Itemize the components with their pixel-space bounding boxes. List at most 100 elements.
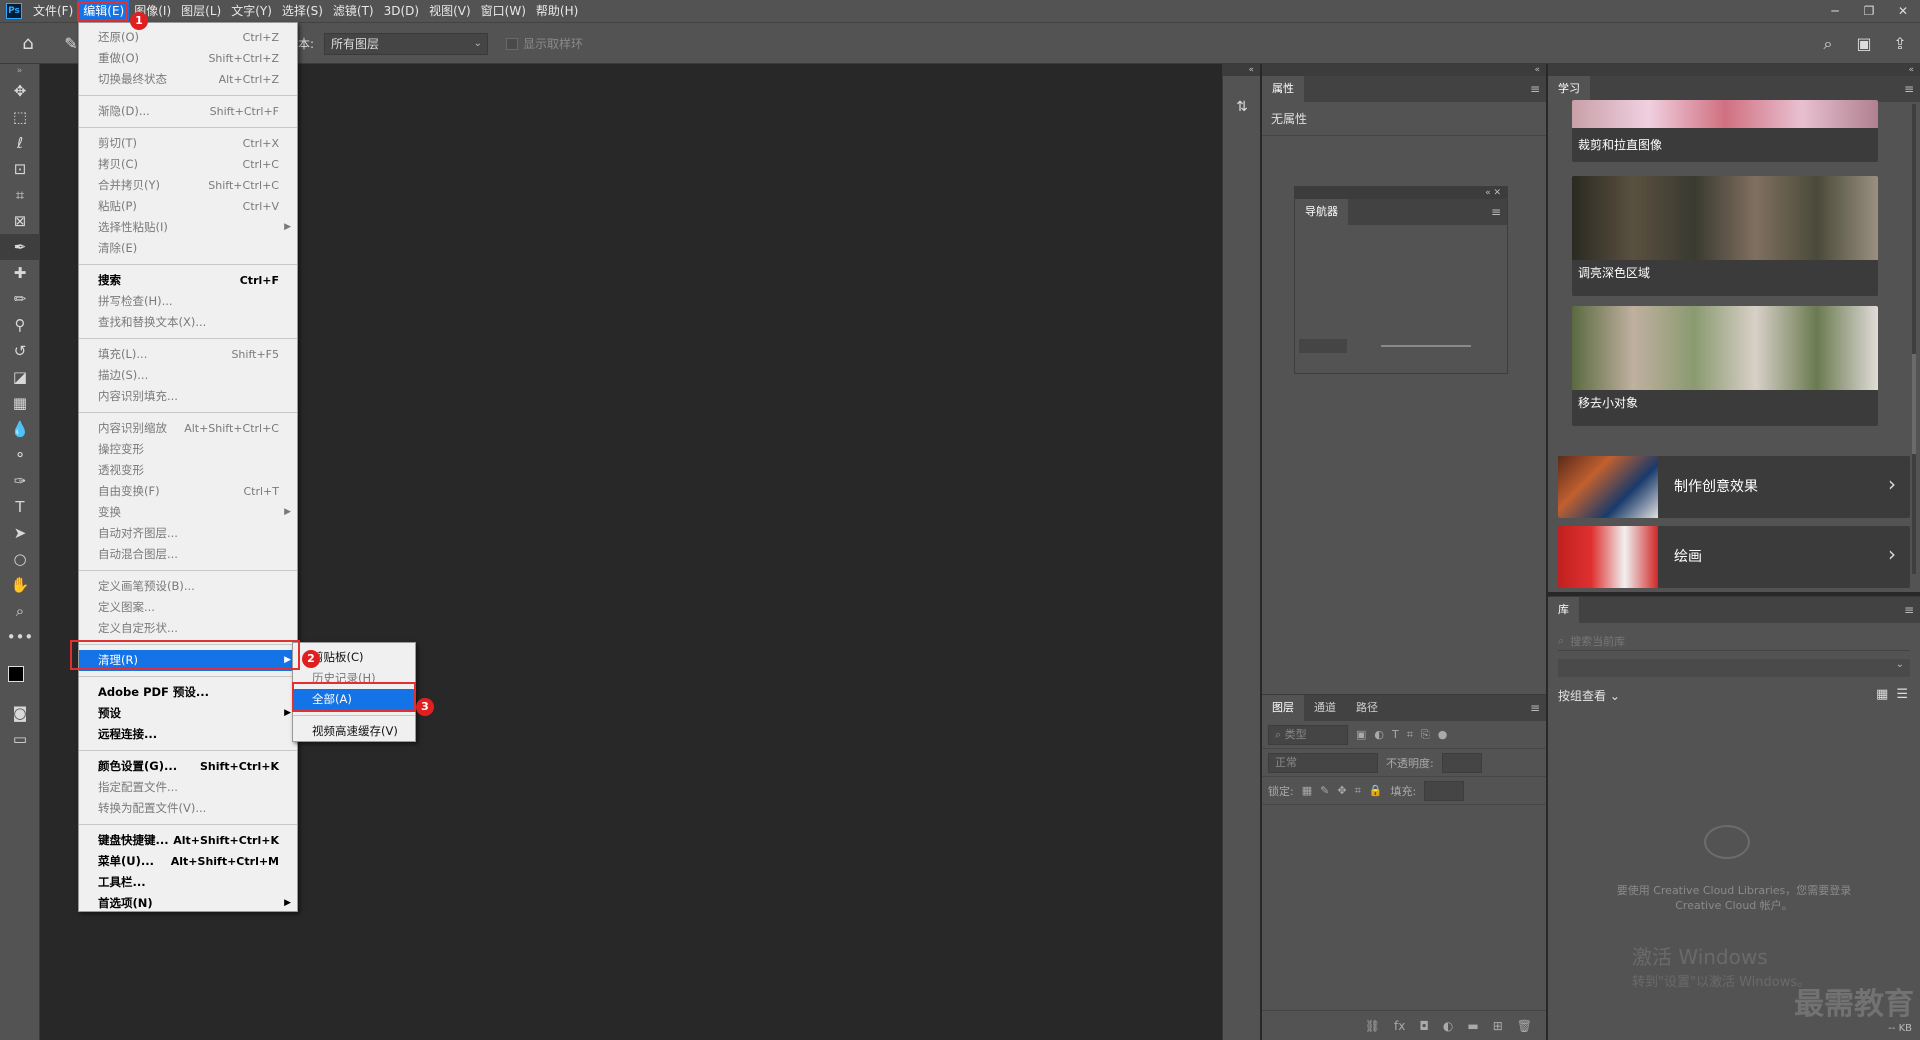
dodge-tool-icon[interactable]: ⚬	[0, 442, 40, 468]
menu-option[interactable]: 自动对齐图层...	[79, 523, 297, 544]
menu-option[interactable]: 定义图案...	[79, 597, 297, 618]
tab-properties[interactable]: 属性	[1262, 76, 1304, 102]
lock-transparent-icon[interactable]: ▦	[1302, 784, 1312, 797]
filter-shape-icon[interactable]: ⌗	[1407, 728, 1413, 742]
type-tool-icon[interactable]: T	[0, 494, 40, 520]
screen-mode-icon[interactable]: ▭	[0, 726, 40, 752]
panel-menu-icon[interactable]: ≡	[1491, 199, 1501, 225]
menu-item[interactable]: 文件(F)	[28, 0, 78, 22]
panel-menu-icon[interactable]: ≡	[1904, 597, 1914, 623]
path-select-icon[interactable]: ➤	[0, 520, 40, 546]
layer-filter-input[interactable]: ⌕ 类型	[1268, 724, 1348, 745]
menu-option[interactable]: 指定配置文件...	[79, 777, 297, 798]
menu-option[interactable]: 自由变换(F) Ctrl+T	[79, 481, 297, 502]
menu-option[interactable]: 描边(S)...	[79, 365, 297, 386]
trash-icon[interactable]: 🗑	[1517, 1019, 1532, 1033]
eyedropper-icon[interactable]: ✒	[0, 234, 40, 260]
toolbar-grip[interactable]: »	[0, 64, 39, 78]
menu-option[interactable]: 重做(O) Shift+Ctrl+Z	[79, 48, 297, 69]
pen-tool-icon[interactable]: ✑	[0, 468, 40, 494]
learn-row-painting[interactable]: 绘画 ›	[1558, 526, 1910, 588]
learn-card-crop[interactable]: 裁剪和拉直图像	[1572, 100, 1878, 162]
menu-option[interactable]: 选择性粘贴(I) ▶	[79, 217, 297, 238]
learn-scrollbar[interactable]	[1912, 104, 1916, 574]
panel-menu-icon[interactable]: ≡	[1904, 76, 1914, 102]
menu-option[interactable]: 转换为配置文件(V)...	[79, 798, 297, 819]
menu-option[interactable]: 剪切(T) Ctrl+X	[79, 133, 297, 154]
menu-item[interactable]: 3D(D)	[379, 0, 424, 22]
zoom-slider[interactable]	[1381, 345, 1471, 347]
show-sampling-ring-checkbox[interactable]: 显示取样环	[506, 35, 583, 52]
collapse-icon[interactable]: «	[1223, 64, 1260, 76]
tab-layers-panel[interactable]: 通道	[1304, 695, 1346, 721]
object-select-tool-icon[interactable]: ⊡	[0, 156, 40, 182]
more-tools-icon[interactable]: •••	[0, 624, 40, 650]
stamp-tool-icon[interactable]: ⚲	[0, 312, 40, 338]
scrollbar-thumb[interactable]	[1912, 354, 1916, 454]
filter-toggle-icon[interactable]: ●	[1438, 728, 1448, 741]
opacity-input[interactable]	[1441, 752, 1482, 773]
menu-option[interactable]: 颜色设置(G)... Shift+Ctrl+K	[79, 756, 297, 777]
workspace-icon[interactable]: ▣	[1854, 31, 1874, 57]
menu-item[interactable]: 文字(Y)	[226, 0, 277, 22]
library-select[interactable]: ⌄	[1558, 659, 1910, 677]
minimize-icon[interactable]: ─	[1818, 0, 1852, 22]
tab-layers-panel[interactable]: 路径	[1346, 695, 1388, 721]
menu-option[interactable]: 工具栏...	[79, 872, 297, 893]
blend-mode-select[interactable]: 正常	[1268, 752, 1378, 773]
learn-row-creative[interactable]: 制作创意效果 ›	[1558, 456, 1910, 518]
menu-option[interactable]: 预设 ▶	[79, 703, 297, 724]
shape-tool-icon[interactable]: ○	[0, 546, 40, 572]
menu-option[interactable]: 操控变形	[79, 439, 297, 460]
menu-option[interactable]: 自动混合图层...	[79, 544, 297, 565]
menu-option[interactable]: 首选项(N) ▶	[79, 893, 297, 914]
brush-tool-icon[interactable]: ✏	[0, 286, 40, 312]
menu-option[interactable]: 合并拷贝(Y) Shift+Ctrl+C	[79, 175, 297, 196]
menu-option[interactable]: 键盘快捷键... Alt+Shift+Ctrl+K	[79, 830, 297, 851]
color-swatches[interactable]	[0, 650, 39, 700]
tab-learn[interactable]: 学习	[1548, 76, 1590, 102]
menu-option[interactable]: 变换 ▶	[79, 502, 297, 523]
sample-select[interactable]: 所有图层 ⌄	[324, 33, 488, 55]
menu-option[interactable]: 内容识别填充...	[79, 386, 297, 407]
menu-option[interactable]: 定义自定形状...	[79, 618, 297, 639]
collapse-icon[interactable]: «	[1262, 64, 1546, 76]
menu-item[interactable]: 图层(L)	[176, 0, 226, 22]
menu-item[interactable]: 选择(S)	[277, 0, 328, 22]
fill-input[interactable]	[1424, 780, 1465, 801]
menu-option[interactable]: 透视变形	[79, 460, 297, 481]
healing-brush-icon[interactable]: ✚	[0, 260, 40, 286]
menu-option[interactable]: 填充(L)... Shift+F5	[79, 344, 297, 365]
eraser-tool-icon[interactable]: ◪	[0, 364, 40, 390]
menu-option[interactable]: 粘贴(P) Ctrl+V	[79, 196, 297, 217]
panel-menu-icon[interactable]: ≡	[1530, 76, 1540, 102]
foreground-color-swatch[interactable]	[8, 666, 24, 682]
restore-icon[interactable]: ❐	[1852, 0, 1886, 22]
menu-option[interactable]: 定义画笔预设(B)...	[79, 576, 297, 597]
zoom-field[interactable]	[1299, 339, 1347, 353]
lock-all-icon[interactable]: 🔒	[1369, 784, 1383, 797]
zoom-tool-icon[interactable]: ⌕	[0, 598, 40, 624]
lock-artboard-icon[interactable]: ⌗	[1355, 784, 1361, 798]
menu-option[interactable]: 远程连接...	[79, 724, 297, 745]
lock-position-icon[interactable]: ✥	[1337, 784, 1346, 797]
group-by-dropdown[interactable]: 按组查看 ⌄	[1558, 687, 1620, 704]
frame-tool-icon[interactable]: ⊠	[0, 208, 40, 234]
menu-option[interactable]: 还原(O) Ctrl+Z	[79, 27, 297, 48]
folder-icon[interactable]: ▬	[1467, 1019, 1478, 1033]
mask-icon[interactable]: ◘	[1419, 1019, 1429, 1033]
filter-type-icon[interactable]: T	[1392, 728, 1399, 741]
panel-menu-icon[interactable]: ≡	[1530, 695, 1540, 721]
blur-tool-icon[interactable]: 💧	[0, 416, 40, 442]
share-icon[interactable]: ⇪	[1890, 31, 1910, 57]
menu-option[interactable]: 渐隐(D)... Shift+Ctrl+F	[79, 101, 297, 122]
menu-option[interactable]: 菜单(U)... Alt+Shift+Ctrl+M	[79, 851, 297, 872]
learn-card-remove[interactable]: 移去小对象	[1572, 306, 1878, 426]
adjustment-icon[interactable]: ◐	[1443, 1019, 1453, 1033]
filter-adjust-icon[interactable]: ◐	[1374, 728, 1384, 741]
menu-item[interactable]: 滤镜(T)	[328, 0, 379, 22]
history-brush-icon[interactable]: ↺	[0, 338, 40, 364]
fx-icon[interactable]: fx	[1394, 1019, 1405, 1033]
lock-image-icon[interactable]: ✎	[1320, 784, 1329, 797]
menu-item[interactable]: 窗口(W)	[476, 0, 531, 22]
